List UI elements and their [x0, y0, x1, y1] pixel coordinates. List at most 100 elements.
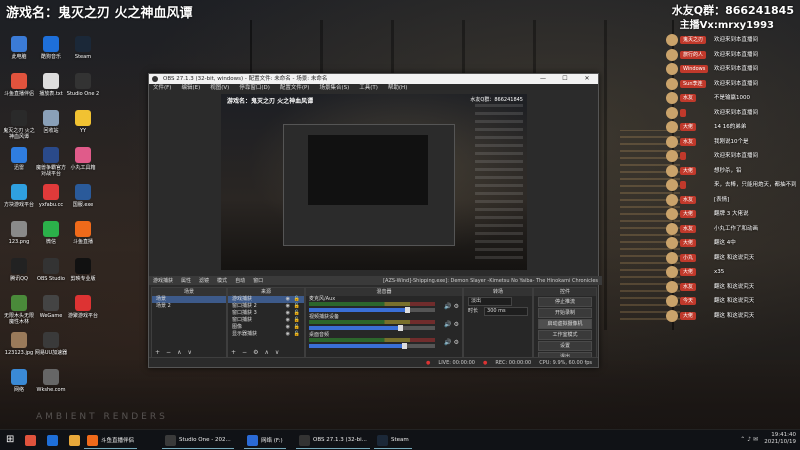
control-button[interactable]: 启动虚拟摄像机: [538, 319, 592, 329]
lock-icon[interactable]: 🔓: [294, 296, 300, 303]
obs-preview[interactable]: 游戏名：鬼灭之刃 火之神血风谭 水友Q群：866241845: [221, 94, 527, 270]
speaker-icon[interactable]: 🔊: [444, 303, 451, 310]
taskbar-app[interactable]: [66, 432, 86, 448]
desktop-icon[interactable]: 小丸工具箱: [66, 147, 100, 171]
taskbar-app[interactable]: [22, 432, 42, 448]
control-button[interactable]: 工作室模式: [538, 330, 592, 340]
desktop-icon[interactable]: 回收站: [34, 110, 68, 134]
desktop-icon[interactable]: Studio One 2: [66, 73, 100, 97]
desktop-icon[interactable]: 魔兽争霸官方对战平台: [34, 147, 68, 177]
control-button[interactable]: 设置: [538, 341, 592, 351]
menu-item[interactable]: 文件(F): [153, 84, 171, 93]
desktop-icon[interactable]: 无限木头无限魔性木林: [2, 295, 36, 325]
source-item[interactable]: 游戏捕获 ◉ 🔓: [228, 296, 304, 303]
taskbar-app[interactable]: 斗鱼直播伴侣: [84, 432, 138, 449]
desktop-icon[interactable]: 鬼灭之刃 火之神血风谭: [2, 110, 36, 140]
speaker-icon[interactable]: 🔊: [444, 321, 451, 328]
source-item[interactable]: 窗口捕获 3 ◉ 🔓: [228, 310, 304, 317]
desktop-icon[interactable]: 此电脑: [2, 36, 36, 60]
desktop-icon[interactable]: 网易UU加速器: [34, 332, 68, 356]
source-item[interactable]: 窗口捕获 2 ◉ 🔓: [228, 303, 304, 310]
menu-item[interactable]: 停靠窗口(D): [239, 84, 270, 93]
desktop-icon[interactable]: 123123.jpg: [2, 332, 36, 356]
desktop-icon[interactable]: 国服.exe: [66, 184, 100, 208]
transition-select[interactable]: 淡出: [468, 296, 512, 306]
gear-icon[interactable]: ⚙: [454, 303, 459, 310]
control-button[interactable]: 停止推流: [538, 297, 592, 307]
volume-slider[interactable]: [309, 307, 435, 313]
menu-item[interactable]: 工具(T): [359, 84, 378, 93]
eye-icon[interactable]: ◉: [286, 331, 290, 338]
menu-item[interactable]: 配置文件(P): [280, 84, 310, 93]
desktop-icon[interactable]: Wkshe.com: [34, 369, 68, 393]
windows-start-icon[interactable]: ⊞: [6, 434, 14, 445]
control-button[interactable]: 开始录制: [538, 308, 592, 318]
desktop-icon[interactable]: 游聚游戏平台: [66, 295, 100, 319]
desktop-icon[interactable]: 播放表.txt: [34, 73, 68, 97]
speaker-icon[interactable]: 🔊: [444, 339, 451, 346]
add-icon[interactable]: +: [155, 349, 160, 356]
source-item[interactable]: 显示器捕获 ◉ 🔓: [228, 331, 304, 338]
move-down-icon[interactable]: ∨: [187, 349, 191, 356]
source-item[interactable]: 窗口捕获 ◉ 🔓: [228, 317, 304, 324]
lock-icon[interactable]: 🔓: [294, 331, 300, 338]
taskbar-app[interactable]: Studio One - 202...: [162, 432, 234, 449]
clock[interactable]: 19:41:40 2021/10/19: [764, 432, 796, 446]
obs-window[interactable]: OBS 27.1.3 (32-bit, windows) - 配置文件: 未命名…: [148, 73, 602, 368]
lock-icon[interactable]: 🔓: [294, 324, 300, 331]
desktop-icon[interactable]: YY: [66, 110, 100, 134]
system-tray-icons[interactable]: ⌃ ♪ ✉: [740, 436, 758, 443]
source-item[interactable]: 图像 ◉ 🔓: [228, 324, 304, 331]
taskbar-app[interactable]: Steam: [374, 432, 412, 449]
desktop-icon[interactable]: 迅雷: [2, 147, 36, 171]
close-button[interactable]: ✕: [576, 74, 598, 84]
add-icon[interactable]: +: [231, 349, 236, 356]
lock-icon[interactable]: 🔓: [294, 303, 300, 310]
desktop-icon[interactable]: 腾讯QQ: [2, 258, 36, 282]
gear-icon[interactable]: ⚙: [454, 339, 459, 346]
desktop-icon[interactable]: 斗鱼直播: [66, 221, 100, 245]
gear-icon[interactable]: ⚙: [253, 349, 258, 356]
volume-slider[interactable]: [309, 343, 435, 349]
gear-icon[interactable]: ⚙: [454, 321, 459, 328]
desktop-icon[interactable]: OBS Studio: [34, 258, 68, 282]
menu-item[interactable]: 视图(V): [210, 84, 229, 93]
scene-item[interactable]: 场景: [152, 296, 226, 303]
slider-handle[interactable]: [401, 343, 407, 349]
move-up-icon[interactable]: ∧: [177, 349, 181, 356]
mode-select[interactable]: 自动: [235, 277, 245, 284]
desktop-icon[interactable]: yxfabu.cc: [34, 184, 68, 208]
desktop-icon[interactable]: WeGame: [34, 295, 68, 319]
eye-icon[interactable]: ◉: [286, 310, 290, 317]
minimize-button[interactable]: —: [532, 74, 554, 84]
menu-item[interactable]: 帮助(H): [388, 84, 407, 93]
desktop-icon[interactable]: 网络: [2, 369, 36, 393]
taskbar-app[interactable]: [44, 432, 64, 448]
eye-icon[interactable]: ◉: [286, 324, 290, 331]
desktop-icon[interactable]: 方块游戏平台: [2, 184, 36, 208]
lock-icon[interactable]: 🔓: [294, 310, 300, 317]
eye-icon[interactable]: ◉: [286, 317, 290, 324]
eye-icon[interactable]: ◉: [286, 303, 290, 310]
move-up-icon[interactable]: ∧: [264, 349, 268, 356]
desktop-icon[interactable]: 斗鱼直播伴侣: [2, 73, 36, 97]
properties-button[interactable]: 属性: [181, 277, 191, 284]
desktop-icon[interactable]: Steam: [66, 36, 100, 60]
desktop-icon[interactable]: 酷狗音乐: [34, 36, 68, 60]
taskbar-app[interactable]: OBS 27.1.3 (32-bi...: [296, 432, 370, 449]
move-down-icon[interactable]: ∨: [275, 349, 279, 356]
taskbar-app[interactable]: 网络 (F:): [244, 432, 286, 449]
menu-item[interactable]: 场景集合(S): [319, 84, 349, 93]
filters-button[interactable]: 滤镜: [199, 277, 209, 284]
menu-item[interactable]: 编辑(E): [181, 84, 200, 93]
obs-titlebar[interactable]: OBS 27.1.3 (32-bit, windows) - 配置文件: 未命名…: [149, 74, 598, 84]
maximize-button[interactable]: ☐: [554, 74, 576, 84]
remove-icon[interactable]: −: [166, 349, 171, 356]
desktop-icon[interactable]: 123.png: [2, 221, 36, 245]
slider-handle[interactable]: [397, 325, 403, 331]
eye-icon[interactable]: ◉: [286, 296, 290, 303]
slider-handle[interactable]: [405, 307, 411, 313]
volume-slider[interactable]: [309, 325, 435, 331]
duration-input[interactable]: 300 ms: [484, 306, 529, 316]
remove-icon[interactable]: −: [242, 349, 247, 356]
